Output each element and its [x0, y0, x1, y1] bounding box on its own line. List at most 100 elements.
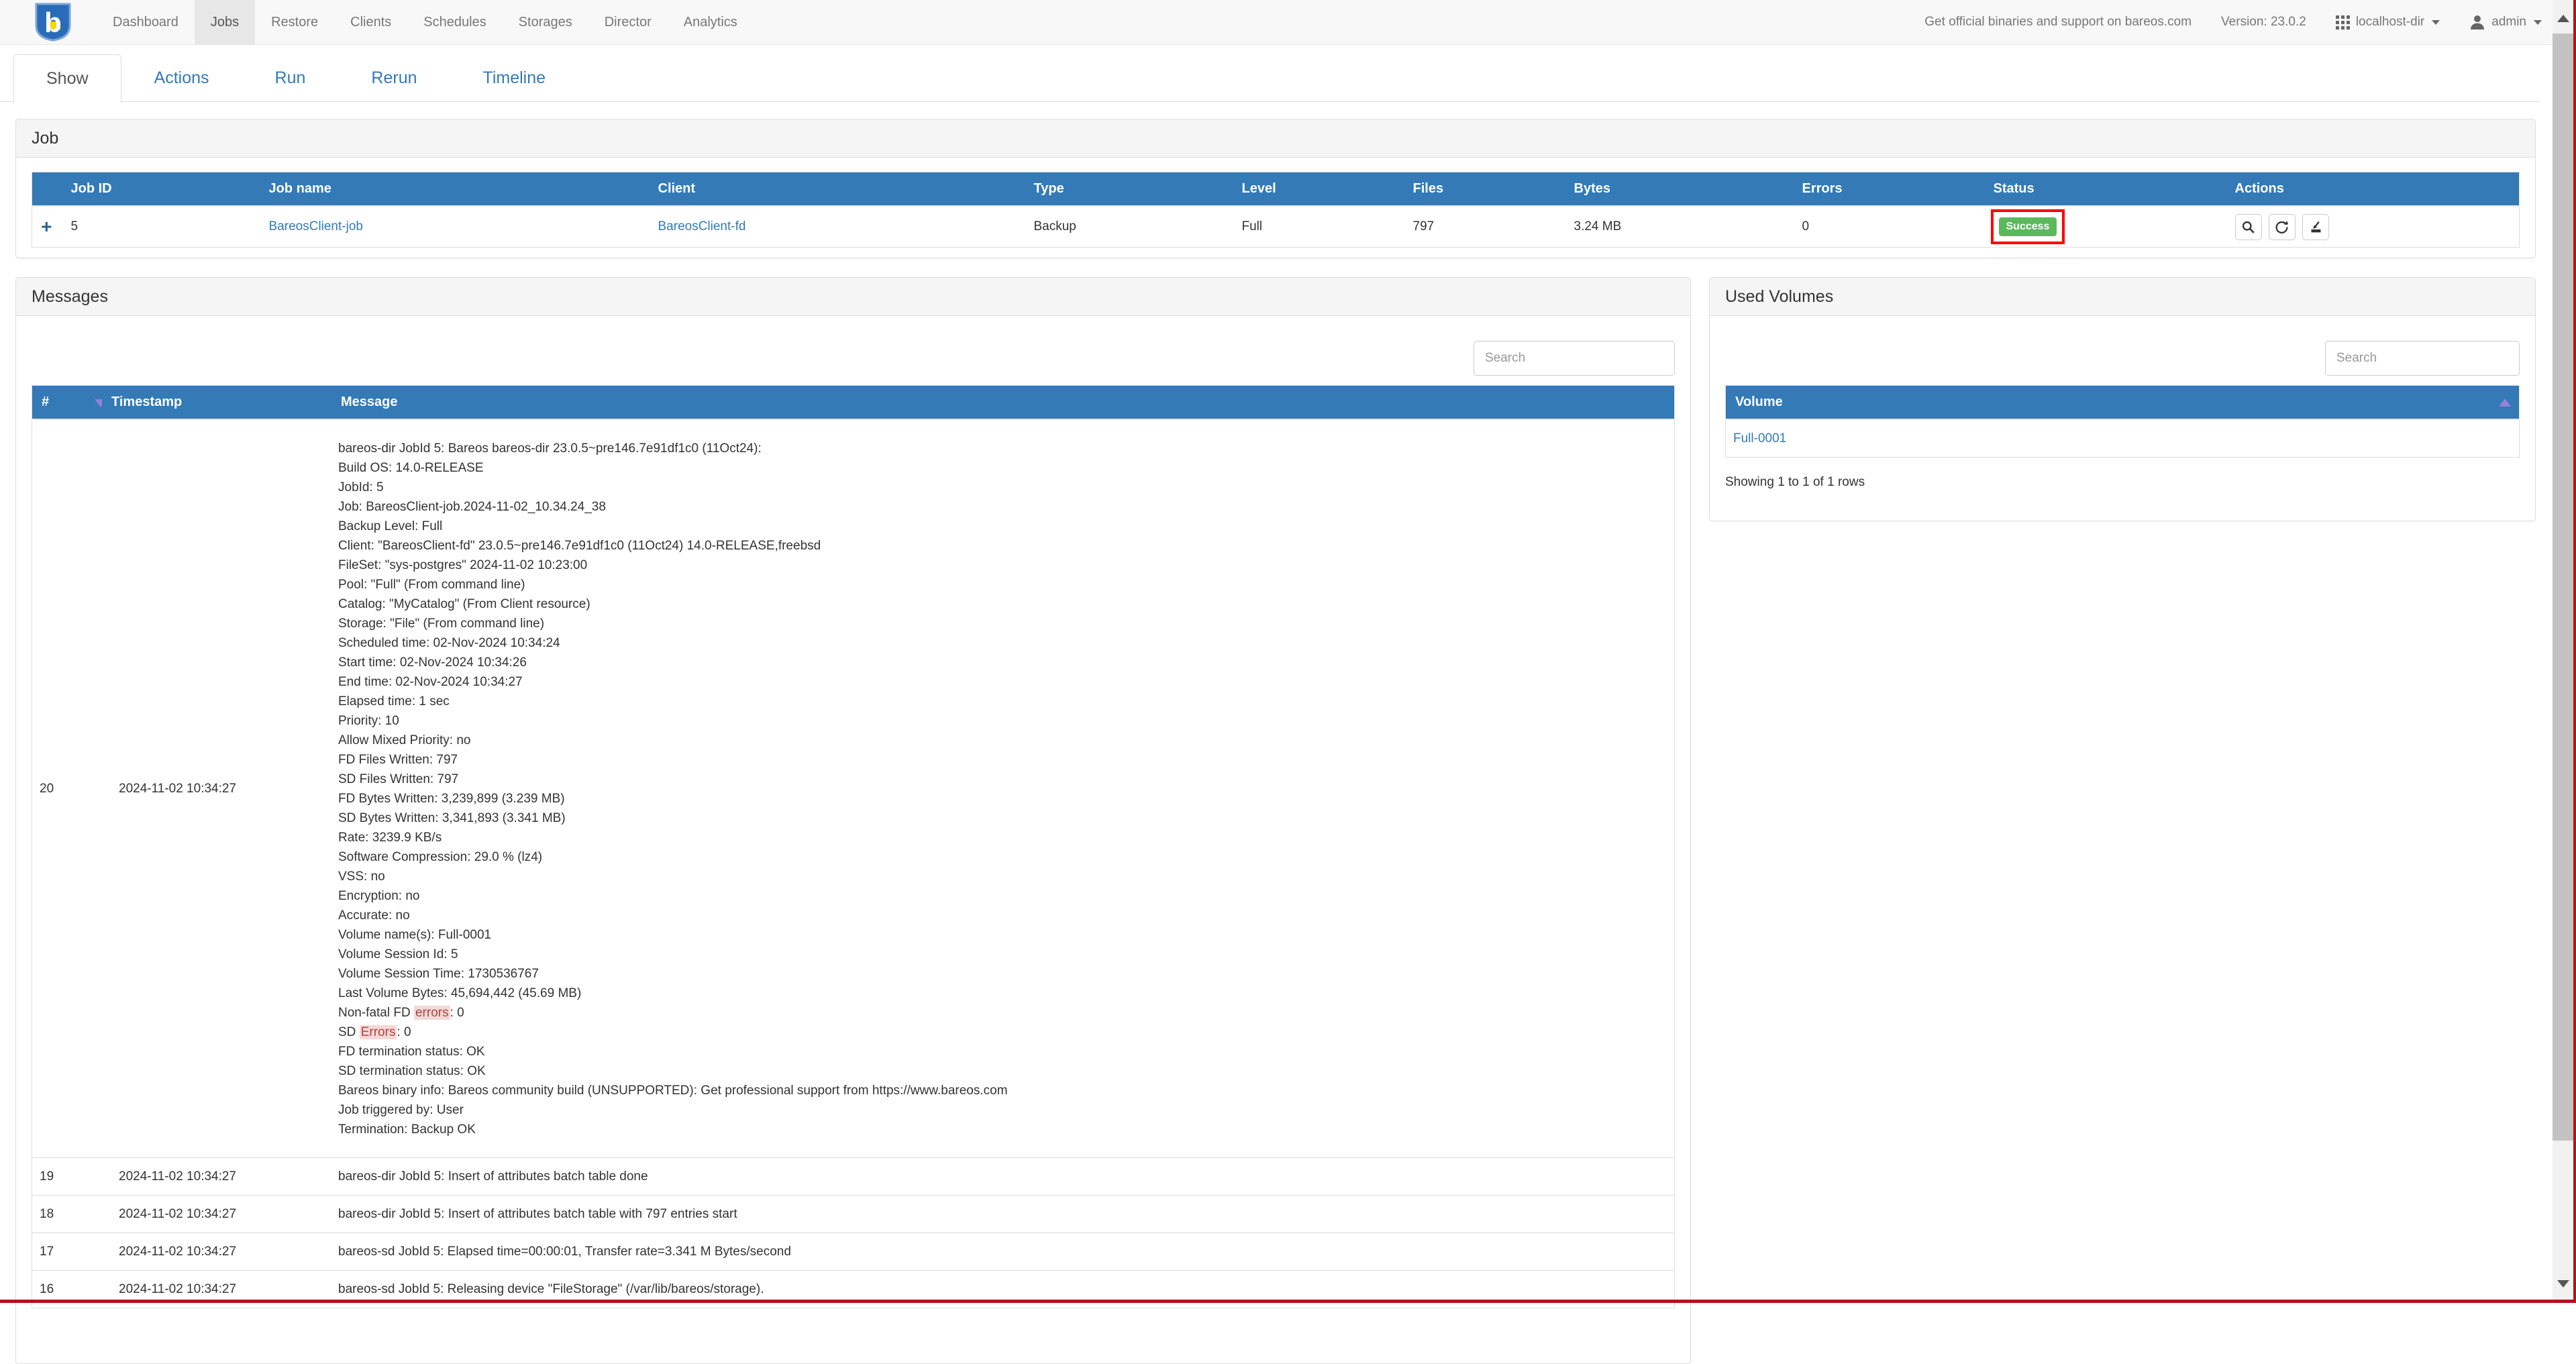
message-text: bareos-dir JobId 5: Insert of attributes… [331, 1196, 1675, 1233]
chevron-down-icon [2534, 20, 2542, 25]
tab-timeline[interactable]: Timeline [450, 54, 579, 102]
job-col-errors[interactable]: Errors [1793, 172, 1984, 207]
job-col-files[interactable]: Files [1404, 172, 1565, 207]
used-volumes-panel: Used Volumes Volume Full-0001 Showing 1 … [1709, 277, 2536, 521]
message-log-text: bareos-dir JobId 5: Bareos bareos-dir 23… [331, 419, 1675, 1158]
job-rerun-button[interactable] [2269, 214, 2296, 240]
message-row: 202024-11-02 10:34:27bareos-dir JobId 5:… [32, 419, 1675, 1158]
job-col-level[interactable]: Level [1233, 172, 1404, 207]
status-highlight-annotation: Success [1999, 217, 2057, 236]
message-timestamp: 2024-11-02 10:34:27 [102, 1233, 331, 1271]
nav-items: DashboardJobsRestoreClientsSchedulesStor… [97, 0, 754, 44]
messages-col-message[interactable]: Message [331, 386, 1675, 420]
tab-show[interactable]: Show [13, 54, 121, 103]
nav-item-restore[interactable]: Restore [255, 0, 334, 44]
messages-col-timestamp[interactable]: Timestamp [102, 386, 331, 420]
messages-panel-title: Messages [16, 278, 1690, 316]
nav-item-jobs[interactable]: Jobs [195, 0, 255, 44]
job-col-actions[interactable]: Actions [2226, 172, 2520, 207]
job-col-job-id[interactable]: Job ID [62, 172, 260, 207]
volumes-search-input[interactable] [2325, 341, 2520, 376]
status-badge: Success [1999, 217, 2057, 236]
job-col-status[interactable]: Status [1984, 172, 2226, 207]
export-to-storage-icon [2309, 220, 2323, 234]
volumes-row-count: Showing 1 to 1 of 1 rows [1725, 475, 2520, 490]
message-num: 18 [32, 1196, 103, 1233]
volumes-col-volume[interactable]: Volume [1726, 386, 2520, 420]
expand-row-icon[interactable]: + [41, 216, 52, 237]
job-col-job-name[interactable]: Job name [260, 172, 649, 207]
messages-col-num[interactable]: # [32, 386, 103, 420]
job-table: Job IDJob nameClientTypeLevelFilesBytesE… [32, 172, 2520, 248]
job-details-button[interactable] [2235, 214, 2262, 240]
volumes-table: Volume Full-0001 [1725, 385, 2520, 458]
bareos-shield-icon: b [32, 2, 74, 42]
nav-item-storages[interactable]: Storages [503, 0, 588, 44]
nav-item-dashboard[interactable]: Dashboard [97, 0, 195, 44]
expand-column-header [32, 172, 62, 207]
job-errors-cell: 0 [1793, 206, 1984, 248]
message-timestamp: 2024-11-02 10:34:27 [102, 1196, 331, 1233]
tab-rerun[interactable]: Rerun [338, 54, 450, 102]
screenshot-edge-right [2573, 0, 2576, 1303]
grid-icon [2336, 15, 2350, 30]
scroll-down-icon[interactable] [2557, 1280, 2569, 1288]
job-name-link[interactable]: BareosClient-job [269, 219, 363, 233]
messages-table: # Timestamp Message 202024-11-02 10:34:2… [32, 385, 1675, 1308]
job-panel: Job Job IDJob nameClientTypeLevelFilesBy… [15, 119, 2536, 258]
message-timestamp: 2024-11-02 10:34:27 [102, 419, 331, 1158]
job-tabs: ShowActionsRunRerunTimeline [0, 54, 2540, 102]
client-link[interactable]: BareosClient-fd [658, 219, 746, 233]
job-col-bytes[interactable]: Bytes [1565, 172, 1793, 207]
job-table-header: Job IDJob nameClientTypeLevelFilesBytesE… [32, 172, 2520, 207]
job-bytes-cell: 3.24 MB [1565, 206, 1793, 248]
volume-row: Full-0001 [1726, 419, 2520, 458]
messages-table-body: 202024-11-02 10:34:27bareos-dir JobId 5:… [32, 419, 1675, 1308]
job-col-client[interactable]: Client [649, 172, 1025, 207]
used-volumes-title: Used Volumes [1710, 278, 2535, 316]
job-id-cell: 5 [62, 206, 260, 248]
message-num: 17 [32, 1233, 103, 1271]
chevron-down-icon [2432, 20, 2440, 25]
job-files-cell: 797 [1404, 206, 1565, 248]
job-panel-title: Job [16, 119, 2535, 158]
user-dropdown[interactable]: admin [2469, 14, 2542, 30]
vertical-scrollbar[interactable] [2553, 0, 2574, 1303]
refresh-icon [2275, 220, 2289, 234]
job-export-button[interactable] [2302, 214, 2329, 240]
magnifier-icon [2241, 220, 2255, 234]
message-num: 20 [32, 419, 103, 1158]
message-row: 182024-11-02 10:34:27bareos-dir JobId 5:… [32, 1196, 1675, 1233]
username: admin [2491, 15, 2526, 30]
volume-link[interactable]: Full-0001 [1733, 431, 1786, 445]
user-icon [2469, 14, 2485, 30]
director-dropdown[interactable]: localhost-dir [2336, 15, 2440, 30]
screenshot-edge-bottom [0, 1300, 2576, 1303]
message-text: bareos-sd JobId 5: Elapsed time=00:00:01… [331, 1233, 1675, 1271]
bareos-logo[interactable]: b [32, 2, 74, 42]
job-table-row: + 5 BareosClient-job BareosClient-fd Bac… [32, 206, 2520, 248]
scroll-up-icon[interactable] [2557, 15, 2569, 22]
message-num: 19 [32, 1158, 103, 1196]
scrollbar-thumb[interactable] [2553, 34, 2574, 1141]
messages-panel: Messages # Timestamp Message 202024-11-0… [15, 277, 1691, 1364]
svg-text:b: b [44, 7, 62, 38]
director-name: localhost-dir [2356, 15, 2424, 30]
support-link[interactable]: Get official binaries and support on bar… [1924, 15, 2192, 30]
nav-item-clients[interactable]: Clients [334, 0, 407, 44]
job-level-cell: Full [1233, 206, 1404, 248]
message-row: 172024-11-02 10:34:27bareos-sd JobId 5: … [32, 1233, 1675, 1271]
tab-actions[interactable]: Actions [121, 54, 242, 102]
message-row: 192024-11-02 10:34:27bareos-dir JobId 5:… [32, 1158, 1675, 1196]
nav-item-director[interactable]: Director [588, 0, 668, 44]
nav-item-analytics[interactable]: Analytics [668, 0, 754, 44]
message-timestamp: 2024-11-02 10:34:27 [102, 1158, 331, 1196]
job-col-type[interactable]: Type [1025, 172, 1233, 207]
messages-search-input[interactable] [1474, 341, 1675, 376]
nav-item-schedules[interactable]: Schedules [407, 0, 502, 44]
top-navbar: b DashboardJobsRestoreClientsSchedulesSt… [0, 0, 2553, 45]
sort-asc-icon [2499, 399, 2511, 407]
tab-run[interactable]: Run [242, 54, 339, 102]
error-highlight: Errors [360, 1025, 397, 1039]
volumes-table-body: Full-0001 [1726, 419, 2520, 458]
